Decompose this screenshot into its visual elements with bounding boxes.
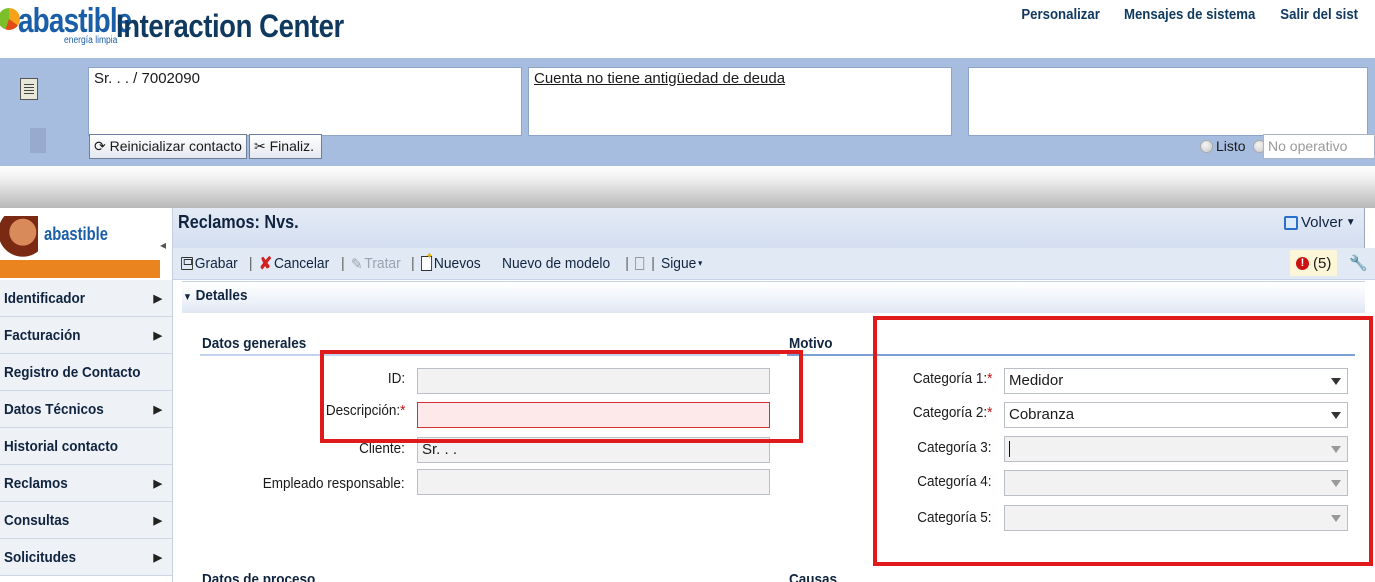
nav-item-reclamos[interactable]: Reclamos ▶ [0,465,172,502]
nav-item-label: Registro de Contacto [4,363,141,381]
submenu-arrow-icon: ▶ [153,551,162,564]
nav-item-label: Historial contacto [4,437,119,455]
collapse-triangle-icon: ▼ [183,292,192,303]
chevron-down-icon: ▼ [1345,217,1356,228]
nav-item-registro-contacto[interactable]: Registro de Contacto [0,354,172,391]
nav-item-label: Reclamos [4,474,68,492]
save-icon [181,257,193,270]
nav-item-label: Identificador [4,289,86,307]
submenu-arrow-icon: ▶ [153,514,162,527]
nav-brand-ribbon [0,260,160,278]
details-section-bar [182,281,1365,313]
status-select[interactable]: No operativo [1263,134,1375,159]
cancel-icon: ✘ [258,253,272,273]
nav-brand-banner: abastible [0,208,160,280]
nav-item-historial-contacto[interactable]: Historial contacto [0,428,172,465]
cancel-button[interactable]: ✘ Cancelar [259,254,329,274]
toolbar-divider: | [625,255,630,272]
general-data-title: Datos generales [202,335,307,352]
new-from-template-label: Nuevo de modelo [501,255,610,272]
process-button[interactable]: ✎ Tratar [351,255,401,273]
highlight-box-description [320,350,803,443]
nav-item-datos-tecnicos[interactable]: Datos Técnicos ▶ [0,391,172,428]
personalize-link[interactable]: Personalizar [1022,6,1101,23]
nav-item-solicitudes[interactable]: Solicitudes ▶ [0,539,172,576]
page-title: Reclamos: Nvs. [178,212,299,232]
wrench-icon[interactable]: 🔧 [1349,254,1368,272]
reset-contact-label: Reinicializar contacto [109,138,242,154]
top-links: Personalizar Mensajes de sistema Salir d… [1016,6,1363,23]
nav-item-consultas[interactable]: Consultas ▶ [0,502,172,539]
details-toggle[interactable]: ▼ Detalles [183,287,247,304]
customer-id-text: Sr. . . / 7002090 [94,70,200,87]
nav-item-label: Consultas [4,511,70,529]
new-from-template-button[interactable]: Nuevo de modelo [502,255,610,272]
alerts-indicator[interactable]: ! (5) [1290,250,1338,276]
collapse-nav-icon[interactable]: ◂ [160,238,166,252]
alerts-count: (5) [1313,254,1332,272]
submenu-arrow-icon: ▶ [153,329,162,342]
ready-label: Listo [1216,138,1246,154]
account-message-link[interactable]: Cuenta no tiene antigüedad de deuda [534,70,785,87]
submenu-arrow-icon: ▶ [153,403,162,416]
details-title: Detalles [195,287,248,304]
responsible-employee-label: Empleado responsable: [263,475,405,492]
action-toolbar: Grabar | ✘Cancelar | ✎Tratar | Nuevos Nu… [173,248,1375,280]
responsible-employee-field [417,469,770,495]
status-ready[interactable]: Listo [1200,138,1266,154]
extra-info-box [968,67,1368,136]
nav-brand-text: abastible [44,224,108,244]
refresh-icon: ⟳ [94,138,106,154]
logo-tagline: energía limpia [64,35,118,46]
cancel-label: Cancelar [273,255,329,272]
nav-item-label: Datos Técnicos [4,400,104,418]
end-call-icon: ✂ [254,138,266,154]
edit-icon: ✎ [350,255,363,273]
notepad-icon[interactable] [20,78,38,100]
submenu-arrow-icon: ▶ [153,292,162,305]
new-button[interactable]: Nuevos [420,251,481,272]
nav-item-label: Solicitudes [4,548,77,566]
copy-button[interactable] [635,257,645,270]
process-data-title: Datos de proceso [202,571,316,582]
reset-contact-button[interactable]: ⟳ Reinicializar contacto [89,134,247,159]
side-navigation: Identificador ▶ Facturación ▶ Registro de … [0,280,172,576]
back-label: Volver [1301,214,1343,231]
next-menu-button[interactable]: Sigue ▾ [661,255,702,272]
contact-status-indicator [30,128,46,153]
save-button[interactable]: Grabar [181,255,238,272]
next-label: Sigue [660,255,697,272]
end-contact-button[interactable]: ✂ Finaliz. [249,134,322,159]
toolbar-divider: | [651,255,655,272]
app-title: Interaction Center [116,8,344,44]
causes-title: Causas [789,571,838,582]
nav-item-identificador[interactable]: Identificador ▶ [0,280,172,317]
chevron-down-icon: ▾ [698,258,703,268]
toolbar-divider: | [410,255,415,272]
submenu-arrow-icon: ▶ [153,477,162,490]
toolbar-divider: | [340,255,345,272]
customer-info-box: Sr. . . / 7002090 [88,67,522,136]
nav-item-facturacion[interactable]: Facturación ▶ [0,317,172,354]
logout-link[interactable]: Salir del sist [1280,6,1358,23]
page-header [173,208,1375,248]
new-label: Nuevos [433,255,481,272]
new-document-icon [420,251,433,271]
back-button[interactable]: Volver ▼ [1284,214,1356,231]
header-edge [1364,208,1375,248]
toolbar-divider: | [248,255,253,272]
nav-item-label: Facturación [4,326,81,344]
ready-radio-icon[interactable] [1200,139,1213,153]
error-icon: ! [1296,256,1309,270]
highlight-box-categories [873,316,1373,566]
back-icon [1284,215,1298,230]
save-label: Grabar [194,255,238,272]
process-label: Tratar [364,255,401,272]
system-messages-link[interactable]: Mensajes de sistema [1124,6,1255,23]
account-message-box: Cuenta no tiene antigüedad de deuda [528,67,952,136]
separator-band [0,166,1375,208]
end-contact-label: Finaliz. [269,138,314,154]
copy-icon [635,257,645,270]
